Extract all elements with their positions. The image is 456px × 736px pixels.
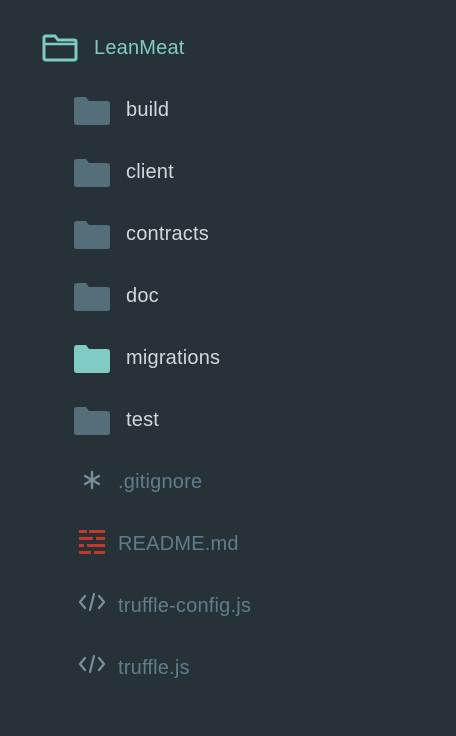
- tree-folder-build[interactable]: build: [0, 90, 456, 130]
- file-label: README.md: [118, 533, 239, 555]
- file-label: truffle.js: [118, 657, 190, 679]
- tree-root-label: LeanMeat: [94, 37, 185, 59]
- folder-label: contracts: [126, 223, 209, 245]
- file-tree: LeanMeat build client contracts doc migr…: [0, 0, 456, 736]
- folder-label: test: [126, 409, 160, 431]
- code-icon: [79, 655, 105, 673]
- tree-root-leanmeat[interactable]: LeanMeat: [0, 28, 456, 68]
- folder-icon: [74, 97, 110, 125]
- file-label: .gitignore: [118, 471, 203, 493]
- tree-file-readme[interactable]: README.md: [0, 524, 456, 564]
- tree-folder-doc[interactable]: doc: [0, 276, 456, 316]
- folder-icon: [74, 345, 110, 373]
- tree-file-gitignore[interactable]: .gitignore: [0, 462, 456, 502]
- file-label: truffle-config.js: [118, 595, 252, 617]
- folder-label: build: [126, 99, 170, 121]
- asterisk-icon: [83, 470, 101, 490]
- tree-folder-test[interactable]: test: [0, 400, 456, 440]
- tree-folder-client[interactable]: client: [0, 152, 456, 192]
- folder-icon: [74, 283, 110, 311]
- tree-folder-contracts[interactable]: contracts: [0, 214, 456, 254]
- readme-icon: [79, 530, 105, 554]
- tree-file-truffle-config[interactable]: truffle-config.js: [0, 586, 456, 626]
- code-icon: [79, 593, 105, 611]
- tree-folder-migrations[interactable]: migrations: [0, 338, 456, 378]
- folder-icon: [74, 407, 110, 435]
- folder-label: migrations: [126, 347, 221, 369]
- folder-open-outline-icon: [42, 34, 78, 62]
- folder-icon: [74, 159, 110, 187]
- folder-label: doc: [126, 285, 159, 307]
- tree-file-truffle[interactable]: truffle.js: [0, 648, 456, 688]
- folder-label: client: [126, 161, 174, 183]
- folder-icon: [74, 221, 110, 249]
